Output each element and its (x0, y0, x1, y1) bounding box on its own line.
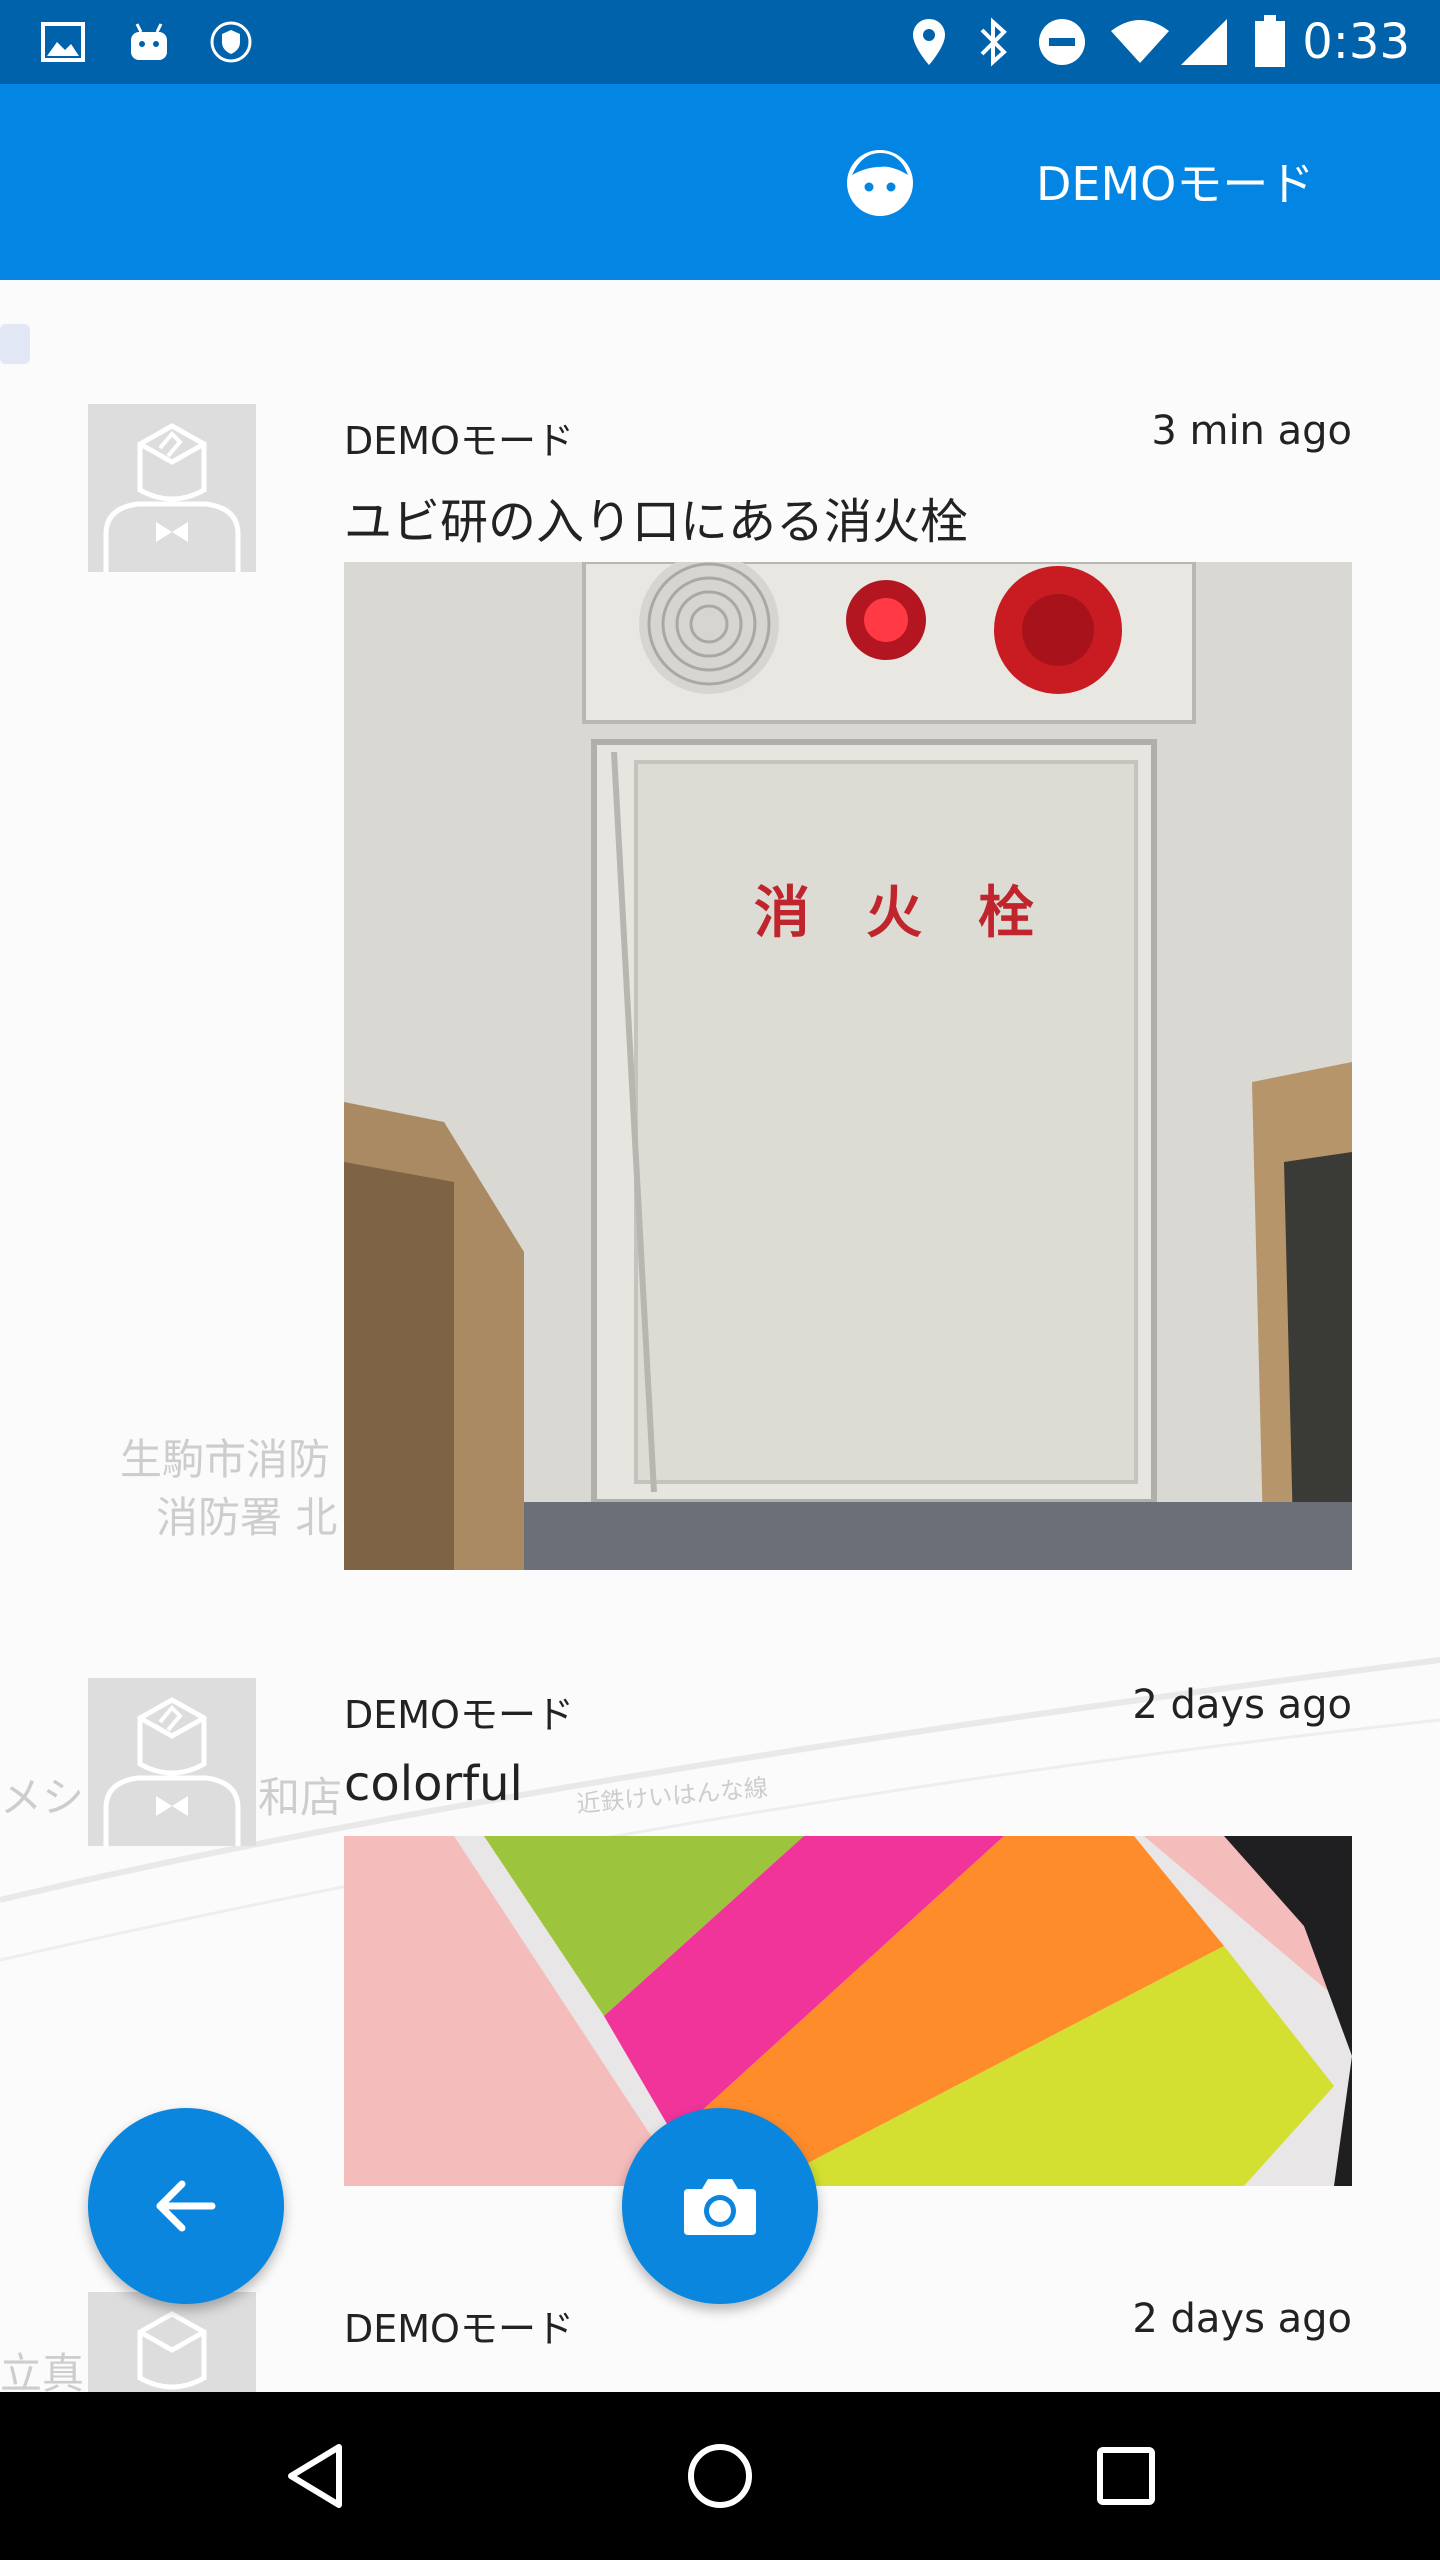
wifi-icon (1108, 14, 1172, 70)
battery-icon (1250, 14, 1290, 70)
post-caption: ユビ研の入り口にある消火栓 (344, 494, 969, 550)
face-icon[interactable] (842, 145, 918, 221)
shield-icon (206, 14, 256, 70)
cabinet-label: 消 火 栓 (754, 880, 1034, 946)
do-not-disturb-icon (1034, 14, 1090, 70)
user-avatar[interactable] (88, 2292, 256, 2392)
post-timestamp: 2 days ago (1132, 2296, 1352, 2342)
status-bar: 0:33 (0, 0, 1440, 84)
camera-button[interactable] (622, 2108, 818, 2304)
post-timestamp: 2 days ago (1132, 1682, 1352, 1728)
post-username: DEMOモード (344, 2307, 574, 2351)
android-icon (124, 14, 174, 70)
system-nav-bar (0, 2392, 1440, 2560)
user-avatar[interactable] (88, 404, 256, 572)
camera-icon (684, 2179, 756, 2235)
app-bar: DEMOモード (0, 84, 1440, 280)
location-icon (906, 14, 952, 70)
mode-label[interactable]: DEMOモード (1036, 144, 1314, 224)
gallery-icon (38, 14, 88, 70)
home-circle-icon[interactable] (660, 2416, 780, 2536)
user-avatar[interactable] (88, 1678, 256, 1846)
post-photo[interactable]: 消 火 栓 (344, 562, 1352, 1570)
back-triangle-icon[interactable] (256, 2416, 376, 2536)
post-caption: colorful (344, 1756, 523, 1812)
arrow-left-icon (156, 2180, 216, 2232)
clock: 0:33 (1302, 14, 1410, 70)
post-username: DEMOモード (344, 419, 574, 463)
recents-square-icon[interactable] (1066, 2416, 1186, 2536)
post-timestamp: 3 min ago (1151, 408, 1352, 454)
back-button[interactable] (88, 2108, 284, 2304)
post-photo[interactable] (344, 1836, 1352, 2186)
signal-icon (1176, 14, 1232, 70)
post-username: DEMOモード (344, 1693, 574, 1737)
bluetooth-icon (970, 14, 1016, 70)
feed-post[interactable]: DEMOモード 3 min ago ユビ研の入り口にある消火栓 消 火 栓 (0, 390, 1440, 1590)
